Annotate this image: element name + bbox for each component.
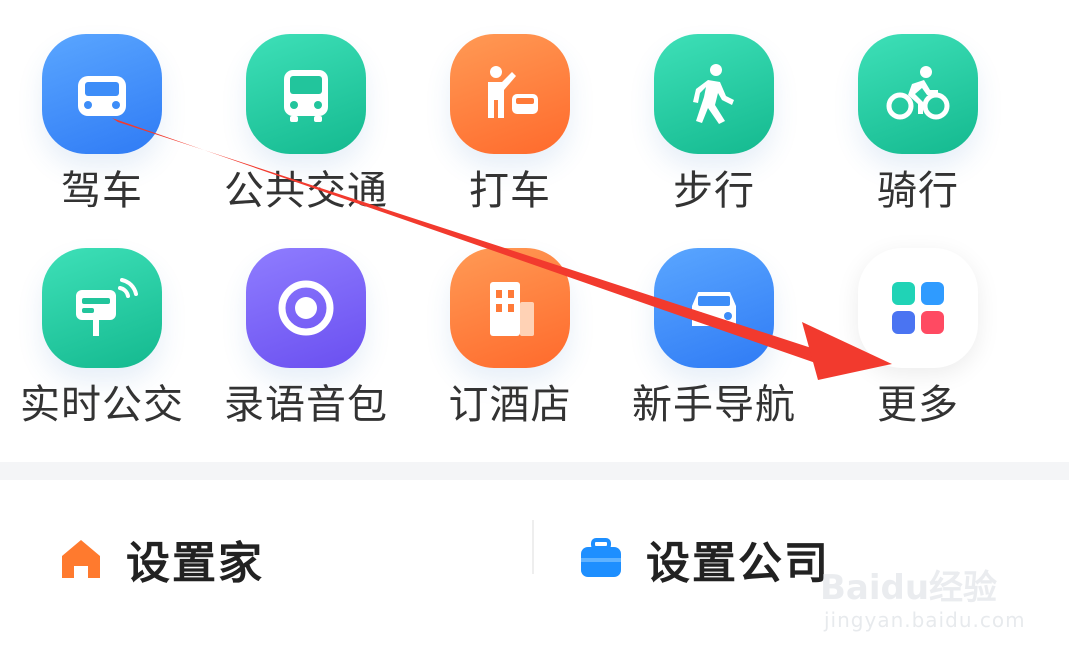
walking-icon [654, 34, 774, 154]
watermark: Baidu经验 jingyan.baidu.com [820, 540, 1060, 640]
set-company-label: 设置公司 [646, 538, 830, 589]
cycling-icon [858, 34, 978, 154]
tile-record-voice[interactable]: 录语音包 [204, 214, 408, 434]
section-divider [0, 462, 1069, 480]
briefcase-icon [581, 538, 621, 577]
tile-taxi[interactable]: 打车 [408, 0, 612, 220]
tile-label: 步行 [673, 168, 755, 214]
tile-label: 录语音包 [224, 382, 388, 428]
taxi-hail-icon [450, 34, 570, 154]
car-icon [42, 34, 162, 154]
set-company-button[interactable]: 设置公司 [578, 524, 830, 594]
tile-more[interactable]: 更多 [816, 214, 1020, 434]
record-icon [246, 248, 366, 368]
more-apps-icon [858, 248, 978, 368]
tile-walk[interactable]: 步行 [612, 0, 816, 220]
watermark-logo: Baidu经验 [820, 568, 998, 608]
tile-public-transit[interactable]: 公共交通 [204, 0, 408, 220]
tile-drive[interactable]: 驾车 [0, 0, 204, 220]
tile-beginner-nav[interactable]: 新手导航 [612, 214, 816, 434]
vertical-separator [532, 520, 534, 574]
watermark-url: jingyan.baidu.com [824, 608, 1026, 632]
tile-cycling[interactable]: 骑行 [816, 0, 1020, 220]
bus-icon [246, 34, 366, 154]
tile-label: 更多 [877, 382, 959, 428]
tile-label: 新手导航 [632, 382, 796, 428]
home-icon [62, 540, 100, 578]
bus-stop-signal-icon [42, 248, 162, 368]
set-home-button[interactable]: 设置家 [58, 524, 264, 594]
set-home-label: 设置家 [126, 538, 264, 589]
tile-label: 骑行 [877, 168, 959, 214]
tile-label: 实时公交 [20, 382, 184, 428]
hotel-icon [450, 248, 570, 368]
tile-label: 公共交通 [224, 168, 388, 214]
tile-hotel[interactable]: 订酒店 [408, 214, 612, 434]
tile-label: 驾车 [61, 168, 143, 214]
tile-realtime-bus[interactable]: 实时公交 [0, 214, 204, 434]
shortcut-grid: 驾车 公共交通 打车 步行 骑行 实时公交 录语音包 订酒店 新手导航 更多 [0, 0, 1069, 460]
tile-label: 订酒店 [448, 382, 572, 428]
tile-label: 打车 [469, 168, 551, 214]
car-front-icon [654, 248, 774, 368]
